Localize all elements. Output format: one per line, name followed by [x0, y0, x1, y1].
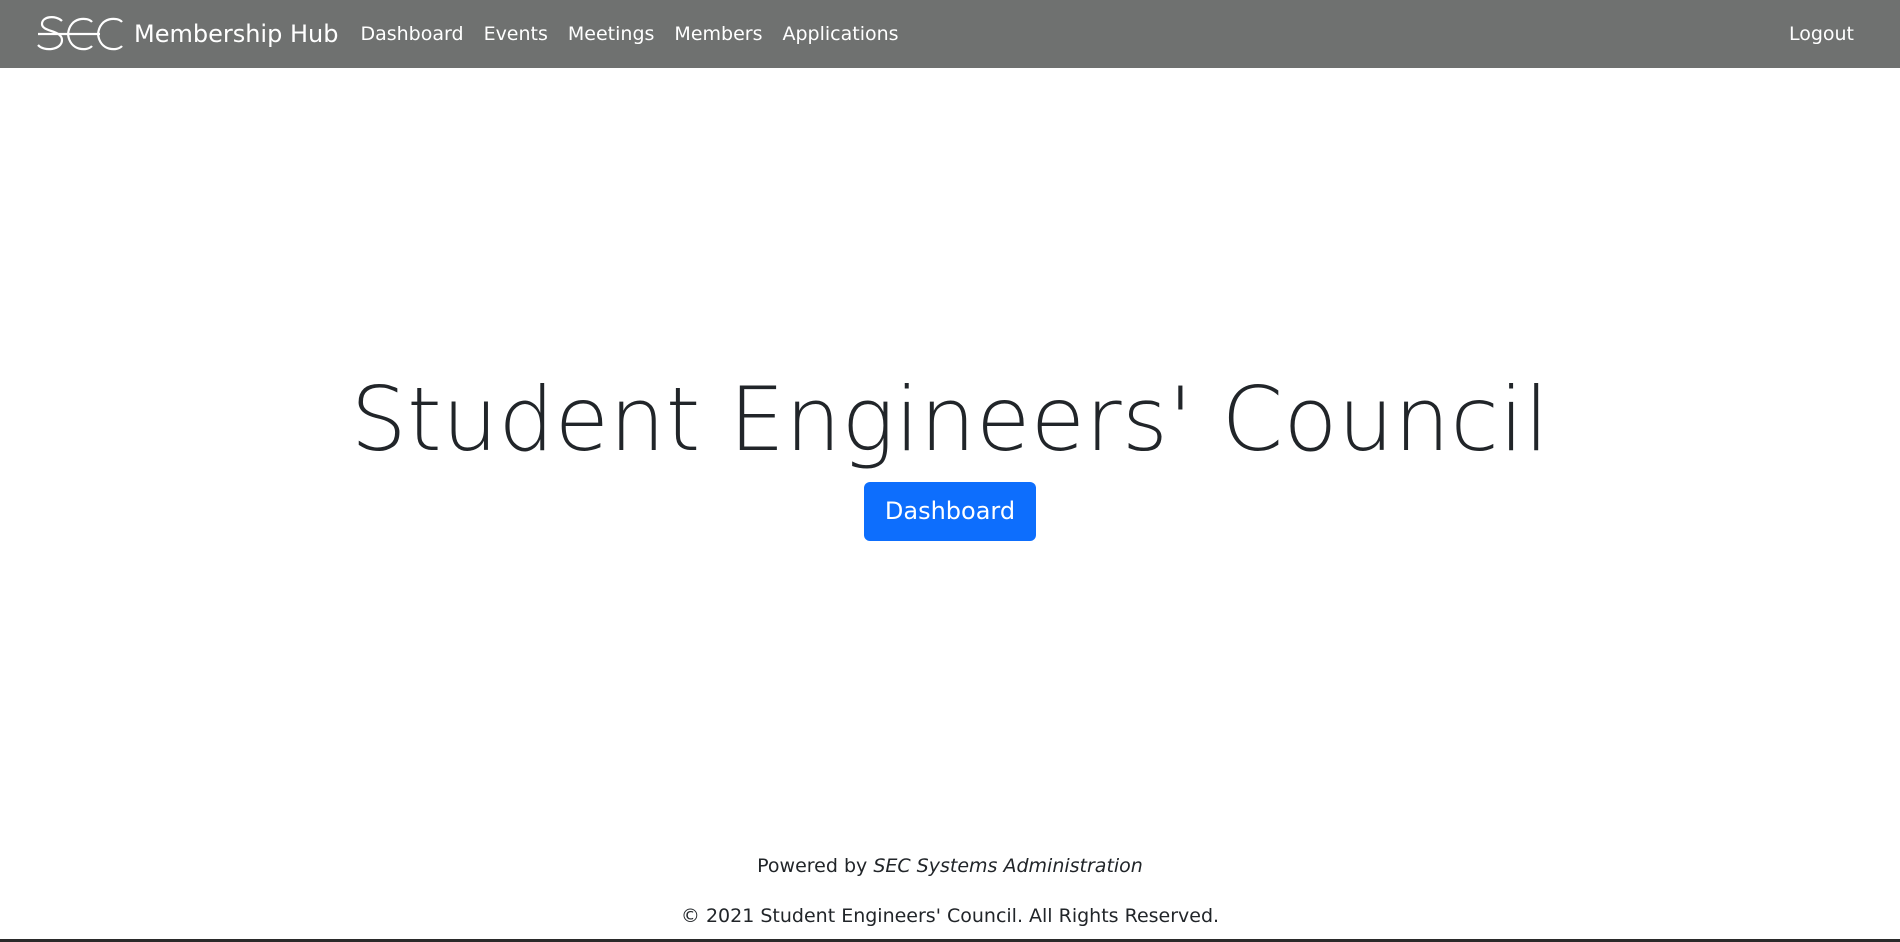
footer-powered-by: Powered by SEC Systems Administration	[0, 855, 1900, 877]
sec-logo-icon	[37, 16, 123, 51]
brand-title: Membership Hub	[134, 20, 339, 48]
footer-powered-prefix: Powered by	[757, 855, 868, 877]
page-title: Student Engineers' Council	[350, 368, 1550, 471]
nav-link-dashboard[interactable]: Dashboard	[350, 23, 473, 45]
hero-section: Student Engineers' Council Dashboard	[0, 360, 1900, 541]
nav-link-meetings[interactable]: Meetings	[558, 23, 665, 45]
footer-powered-name: SEC Systems Administration	[873, 855, 1143, 877]
top-navbar: Membership Hub Dashboard Events Meetings…	[0, 0, 1900, 68]
nav-links: Dashboard Events Meetings Members Applic…	[350, 23, 908, 45]
nav-right: Logout	[1779, 23, 1864, 45]
logout-link[interactable]: Logout	[1779, 23, 1864, 45]
nav-link-members[interactable]: Members	[664, 23, 772, 45]
nav-link-applications[interactable]: Applications	[772, 23, 908, 45]
nav-link-events[interactable]: Events	[474, 23, 558, 45]
dashboard-button[interactable]: Dashboard	[863, 482, 1037, 541]
footer-copyright: © 2021 Student Engineers' Council. All R…	[680, 905, 1220, 927]
brand-link[interactable]: Membership Hub	[36, 14, 338, 54]
